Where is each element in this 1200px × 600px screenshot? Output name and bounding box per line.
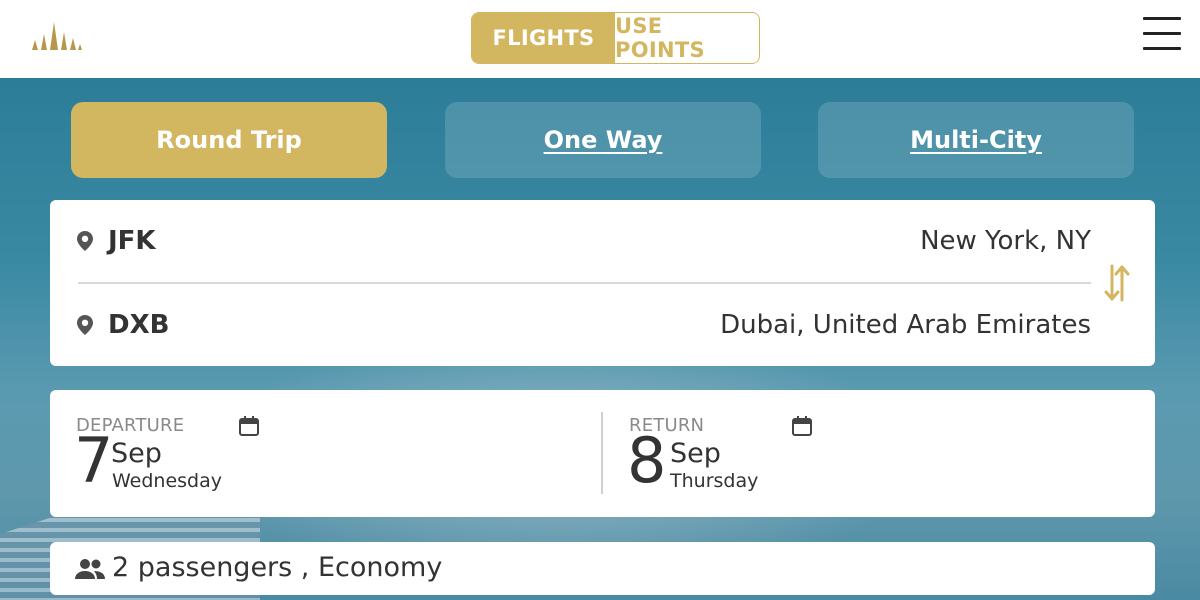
passengers-summary: 2 passengers , Economy bbox=[112, 552, 443, 583]
calendar-icon bbox=[792, 416, 812, 436]
destination-code: DXB bbox=[108, 310, 170, 340]
return-date-field[interactable]: RETURN 8 Sep Thursday bbox=[603, 390, 1155, 517]
tab-flights[interactable]: FLIGHTS bbox=[472, 13, 615, 63]
trip-type-multi-city-button[interactable]: Multi-City bbox=[818, 102, 1134, 178]
top-header: FLIGHTS USE POINTS bbox=[0, 0, 1200, 78]
departure-day: 7 bbox=[74, 424, 113, 497]
booking-mode-toggle: FLIGHTS USE POINTS bbox=[471, 12, 760, 64]
location-pin-icon bbox=[77, 315, 93, 335]
trip-type-one-way-button[interactable]: One Way bbox=[445, 102, 761, 178]
swap-arrows-icon[interactable] bbox=[1102, 262, 1132, 304]
return-day: 8 bbox=[627, 424, 666, 497]
destination-field[interactable]: DXB Dubai, United Arab Emirates bbox=[50, 284, 1095, 366]
tab-use-points[interactable]: USE POINTS bbox=[615, 13, 759, 63]
departure-month: Sep bbox=[111, 438, 162, 469]
origin-field[interactable]: JFK New York, NY bbox=[50, 200, 1095, 282]
tower-logo-icon[interactable] bbox=[30, 20, 84, 52]
origin-code: JFK bbox=[108, 226, 156, 256]
hamburger-menu-icon[interactable] bbox=[1143, 17, 1181, 51]
calendar-icon bbox=[239, 416, 259, 436]
destination-city: Dubai, United Arab Emirates bbox=[720, 310, 1091, 340]
origin-city: New York, NY bbox=[920, 226, 1091, 256]
people-icon bbox=[75, 559, 105, 579]
departure-date-field[interactable]: DEPARTURE 7 Sep Wednesday bbox=[50, 390, 600, 517]
location-pin-icon bbox=[77, 231, 93, 251]
booking-hero: Round Trip One Way Multi-City JFK New Yo… bbox=[0, 78, 1200, 600]
return-month: Sep bbox=[670, 438, 721, 469]
dates-card: DEPARTURE 7 Sep Wednesday RETURN 8 Sep T… bbox=[50, 390, 1155, 517]
return-weekday: Thursday bbox=[670, 470, 759, 492]
departure-weekday: Wednesday bbox=[112, 470, 223, 492]
trip-type-round-trip-button[interactable]: Round Trip bbox=[71, 102, 387, 178]
passengers-field[interactable]: 2 passengers , Economy bbox=[50, 542, 1155, 595]
route-card: JFK New York, NY DXB Dubai, United Arab … bbox=[50, 200, 1155, 366]
